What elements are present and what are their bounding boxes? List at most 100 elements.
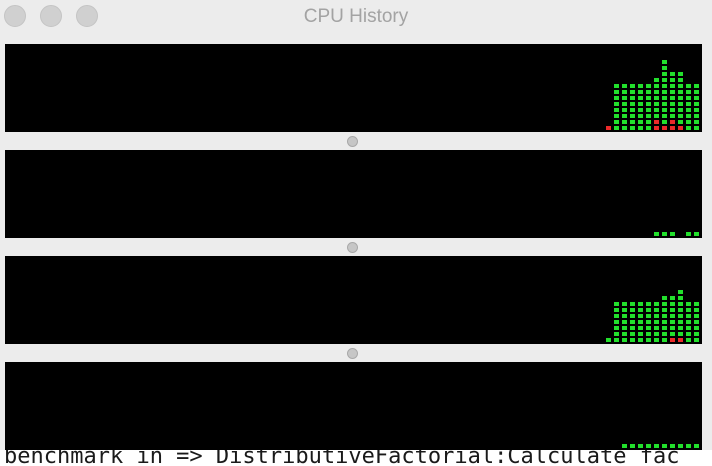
cpu-user-load-cell bbox=[686, 232, 691, 236]
cpu-user-load-cell bbox=[622, 444, 627, 448]
cpu-user-load-cell bbox=[646, 120, 651, 124]
cpu-system-load-cell bbox=[670, 126, 675, 130]
cpu-user-load-cell bbox=[694, 90, 699, 94]
cpu-user-load-cell bbox=[662, 60, 667, 64]
cpu-user-load-cell bbox=[662, 326, 667, 330]
cpu-user-load-cell bbox=[638, 96, 643, 100]
cpu-user-load-cell bbox=[678, 308, 683, 312]
cpu-user-load-cell bbox=[646, 114, 651, 118]
cpu-user-load-cell bbox=[614, 302, 619, 306]
cpu-user-load-cell bbox=[678, 72, 683, 76]
cpu-user-load-cell bbox=[662, 308, 667, 312]
cpu-user-load-cell bbox=[678, 90, 683, 94]
cpu-user-load-cell bbox=[670, 308, 675, 312]
cpu-user-load-cell bbox=[630, 102, 635, 106]
cpu-user-load-cell bbox=[622, 120, 627, 124]
cpu-user-load-cell bbox=[638, 102, 643, 106]
cpu-user-load-cell bbox=[622, 302, 627, 306]
cpu-user-load-cell bbox=[662, 444, 667, 448]
cpu-user-load-cell bbox=[646, 444, 651, 448]
cpu-user-load-cell bbox=[630, 326, 635, 330]
cpu-user-load-cell bbox=[630, 114, 635, 118]
cpu-user-load-cell bbox=[606, 338, 611, 342]
cpu-user-load-cell bbox=[646, 84, 651, 88]
cpu-user-load-cell bbox=[614, 338, 619, 342]
cpu-user-load-cell bbox=[638, 320, 643, 324]
cpu-user-load-cell bbox=[622, 126, 627, 130]
cpu-user-load-cell bbox=[694, 232, 699, 236]
window-title: CPU History bbox=[303, 6, 409, 27]
cpu-user-load-cell bbox=[686, 120, 691, 124]
cpu-user-load-cell bbox=[638, 302, 643, 306]
cpu-user-load-cell bbox=[694, 114, 699, 118]
cpu-user-load-cell bbox=[694, 102, 699, 106]
cpu-user-load-cell bbox=[646, 102, 651, 106]
cpu-user-load-cell bbox=[670, 96, 675, 100]
cpu-user-load-cell bbox=[686, 84, 691, 88]
cpu-user-load-cell bbox=[670, 232, 675, 236]
cpu-user-load-cell bbox=[654, 90, 659, 94]
cpu-user-load-cell bbox=[614, 308, 619, 312]
cpu-user-load-cell bbox=[646, 126, 651, 130]
cpu-user-load-cell bbox=[614, 102, 619, 106]
cpu-user-load-cell bbox=[646, 338, 651, 342]
cpu-user-load-cell bbox=[654, 332, 659, 336]
cpu-user-load-cell bbox=[686, 126, 691, 130]
cpu-user-load-cell bbox=[670, 84, 675, 88]
cpu-user-load-cell bbox=[678, 320, 683, 324]
cpu-user-load-cell bbox=[686, 114, 691, 118]
cpu-user-load-cell bbox=[662, 120, 667, 124]
cpu-user-load-cell bbox=[614, 90, 619, 94]
cpu-user-load-cell bbox=[638, 84, 643, 88]
cpu-user-load-cell bbox=[678, 296, 683, 300]
cpu-user-load-cell bbox=[686, 108, 691, 112]
cpu-user-load-cell bbox=[638, 338, 643, 342]
cpu-user-load-cell bbox=[694, 338, 699, 342]
cpu-user-load-cell bbox=[630, 332, 635, 336]
cpu-user-load-cell bbox=[654, 84, 659, 88]
cpu-user-load-cell bbox=[614, 314, 619, 318]
cpu-user-load-cell bbox=[654, 102, 659, 106]
cpu-user-load-cell bbox=[694, 302, 699, 306]
cpu-user-load-cell bbox=[670, 114, 675, 118]
cpu-user-load-cell bbox=[630, 90, 635, 94]
cpu-user-load-cell bbox=[622, 338, 627, 342]
cpu-user-load-cell bbox=[638, 308, 643, 312]
cpu-user-load-cell bbox=[678, 332, 683, 336]
cpu-user-load-cell bbox=[654, 108, 659, 112]
cpu-user-load-cell bbox=[670, 102, 675, 106]
cpu-user-load-cell bbox=[678, 102, 683, 106]
panel-divider-handle[interactable] bbox=[347, 242, 358, 253]
cpu-user-load-cell bbox=[670, 332, 675, 336]
cpu-user-load-cell bbox=[646, 314, 651, 318]
cpu-graph-1 bbox=[5, 44, 702, 132]
cpu-user-load-cell bbox=[678, 108, 683, 112]
cpu-graph-3 bbox=[5, 256, 702, 344]
cpu-system-load-cell bbox=[670, 120, 675, 124]
cpu-system-load-cell bbox=[678, 126, 683, 130]
cpu-user-load-cell bbox=[694, 444, 699, 448]
cpu-graph-4 bbox=[5, 362, 702, 450]
cpu-user-load-cell bbox=[654, 232, 659, 236]
cpu-user-load-cell bbox=[686, 302, 691, 306]
cpu-user-load-cell bbox=[638, 326, 643, 330]
cpu-user-load-cell bbox=[622, 326, 627, 330]
cpu-user-load-cell bbox=[694, 120, 699, 124]
cpu-user-load-cell bbox=[630, 314, 635, 318]
cpu-user-load-cell bbox=[654, 308, 659, 312]
cpu-user-load-cell bbox=[614, 326, 619, 330]
cpu-user-load-cell bbox=[614, 332, 619, 336]
panel-divider-handle[interactable] bbox=[347, 136, 358, 147]
cpu-user-load-cell bbox=[646, 302, 651, 306]
cpu-user-load-cell bbox=[694, 96, 699, 100]
cpu-user-load-cell bbox=[662, 102, 667, 106]
cpu-user-load-cell bbox=[614, 126, 619, 130]
cpu-user-load-cell bbox=[638, 90, 643, 94]
panel-divider-handle[interactable] bbox=[347, 348, 358, 359]
cpu-user-load-cell bbox=[614, 320, 619, 324]
cpu-user-load-cell bbox=[654, 96, 659, 100]
cpu-user-load-cell bbox=[654, 338, 659, 342]
cpu-user-load-cell bbox=[630, 126, 635, 130]
cpu-user-load-cell bbox=[622, 90, 627, 94]
cpu-user-load-cell bbox=[614, 108, 619, 112]
